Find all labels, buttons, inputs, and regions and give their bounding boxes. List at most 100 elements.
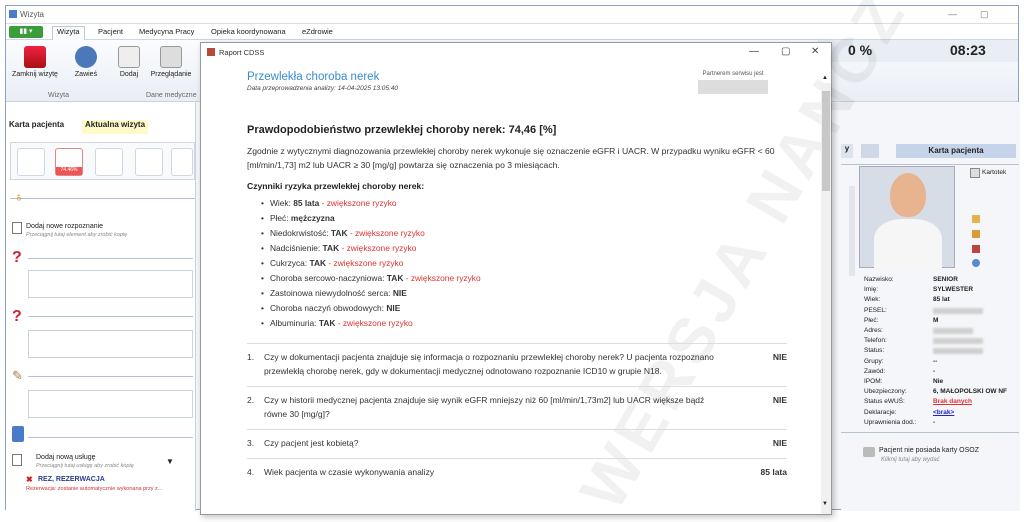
close-visit-button[interactable]: Zamknij wizytę (10, 46, 60, 78)
add-diagnosis-hint: Przeciągnij tutaj element aby zrobić kop… (26, 232, 128, 238)
text-field[interactable] (28, 330, 193, 358)
osoz-label[interactable]: Pacjent nie posiada karty OSOZ (879, 447, 979, 454)
section-divider (28, 437, 193, 438)
divider (841, 432, 1019, 433)
file-icon[interactable] (972, 215, 980, 223)
reservation-label[interactable]: REZ, REZERWACJA (38, 476, 105, 483)
folder-icon[interactable] (970, 168, 980, 178)
maximize-button[interactable]: ▢ (980, 9, 989, 20)
globe-icon[interactable] (972, 259, 980, 267)
scrollbar-thumb[interactable] (822, 91, 830, 191)
tab-aktualna-wizyta[interactable]: Aktualna wizyta (82, 120, 149, 134)
question-number: 4. (247, 467, 255, 477)
factor-risk: - zwiększone ryzyko (337, 318, 413, 328)
factor-value: TAK (322, 243, 340, 253)
question-answer: NIE (772, 438, 787, 448)
report-icon (207, 48, 215, 56)
patient-field-value: - (933, 418, 936, 426)
suspend-button[interactable]: Zawieś (66, 46, 106, 78)
section-divider (28, 316, 193, 317)
kartoteka-label[interactable]: Kartotek (982, 169, 1006, 176)
risk-factor-item: Wiek: 85 lata - zwiększone ryzyko (261, 196, 787, 211)
patient-field-value[interactable]: <brak> (933, 409, 954, 416)
app-menu-button[interactable]: ▮▮ ▾ (9, 26, 43, 38)
maximize-button[interactable]: ▢ (781, 46, 790, 57)
report-content: Partnerem serwisu jest Przewlekła chorob… (247, 71, 787, 511)
partner-box: Partnerem serwisu jest (689, 71, 777, 94)
patient-field-label: Płeć: (864, 316, 879, 324)
scrollbar[interactable] (849, 186, 855, 276)
text-field[interactable] (28, 270, 193, 298)
chevron-up-icon[interactable]: ▲ (822, 75, 828, 81)
clock-icon (75, 46, 97, 68)
chevron-down-icon[interactable]: ▼ (166, 457, 174, 466)
infinity-icon[interactable] (135, 148, 163, 176)
partner-label: Partnerem serwisu jest (702, 71, 764, 77)
question-row: 3. Czy pacjent jest kobietą? NIE (247, 429, 787, 458)
question-answer: 85 lata (760, 467, 787, 477)
risk-factor-item: Cukrzyca: TAK - zwiększone ryzyko (261, 256, 787, 271)
check-icon (24, 46, 46, 68)
tab-karta-pacjenta[interactable]: Karta pacjenta (9, 120, 64, 134)
factor-value: 85 lata (293, 198, 320, 208)
browse-icon (160, 46, 182, 68)
tool-icon[interactable] (972, 245, 980, 253)
question-number: 1. (247, 352, 255, 362)
question-text: Wiek pacjenta w czasie wykonywania anali… (264, 467, 435, 477)
ear-icon: ♁ (14, 189, 24, 204)
document-icon (118, 46, 140, 68)
kidney-icon[interactable]: 74.46% (55, 148, 83, 176)
dialog-scrollbar[interactable]: ▲ ▼ (821, 75, 831, 514)
minimize-button[interactable]: — (948, 9, 957, 19)
description: Zgodnie z wytycznymi diagnozowania przew… (247, 146, 775, 170)
question-text: Czy w dokumentacji pacjenta znajduje się… (264, 352, 714, 376)
avatar (859, 166, 955, 269)
add-diagnosis-label[interactable]: Dodaj nowe rozpoznanie (26, 223, 103, 230)
factor-risk: - zwiększone ryzyko (321, 198, 397, 208)
dialog-title: Raport CDSS (219, 48, 265, 57)
page-icon (12, 454, 22, 466)
section-divider (28, 258, 193, 259)
risk-factor-item: Niedokrwistość: TAK - zwiększone ryzyko (261, 226, 787, 241)
patient-field-value: M (933, 316, 939, 324)
patient-field-label: Nazwisko: (864, 276, 894, 283)
add-service-label[interactable]: Dodaj nową usługę (36, 454, 96, 461)
browse-button[interactable]: Przeglądanie (146, 46, 196, 78)
more-icon[interactable] (171, 148, 193, 176)
menu-opieka-koordynowana[interactable]: Opieka koordynowana (211, 27, 286, 36)
partner-logo (698, 80, 768, 94)
page-icon (12, 222, 22, 234)
window-title: Wizyta (20, 10, 44, 19)
patient-field-label: Telefon: (864, 337, 887, 345)
patient-field-label: Adres: (864, 327, 883, 334)
factor-label: Choroba naczyń obwodowych: (269, 303, 384, 313)
menu-pacjent[interactable]: Pacjent (98, 27, 123, 36)
patient-field-label: Grupy: (864, 357, 884, 365)
left-panel: Karta pacjenta Aktualna wizyta 74.46% ♁ … (6, 102, 196, 511)
factor-label: Cukrzyca: (269, 258, 308, 268)
lungs-icon[interactable] (17, 148, 45, 176)
question-text: Czy pacjent jest kobietą? (264, 438, 359, 448)
x-icon: ✖ (26, 475, 33, 484)
patient-field-value[interactable]: Brak danych (933, 398, 972, 405)
text-field[interactable] (28, 390, 193, 418)
cdss-report-dialog: Raport CDSS — ▢ ✕ WERSJA NANCZ Partnerem… (200, 0, 921, 521)
section-divider (10, 198, 195, 199)
note-icon: ✎ (12, 368, 23, 383)
stomach-icon[interactable] (95, 148, 123, 176)
menu-wizyta[interactable]: Wizyta (52, 26, 85, 40)
folder-icon[interactable] (972, 230, 980, 238)
toolbar-icon[interactable] (861, 144, 879, 158)
patient-card-header[interactable]: Karta pacjenta (896, 144, 1016, 158)
question-row: 1. Czy w dokumentacji pacjenta znajduje s… (247, 343, 787, 386)
add-button[interactable]: Dodaj (114, 46, 144, 78)
menu-medycyna-pracy[interactable]: Medycyna Pracy (139, 27, 194, 36)
dialog-title-bar: Raport CDSS — ▢ ✕ (201, 43, 831, 61)
menu-ezdrowie[interactable]: eZdrowie (302, 27, 333, 36)
chevron-down-icon[interactable]: ▼ (822, 501, 828, 507)
minimize-button[interactable]: — (749, 46, 759, 57)
factor-value: mężczyzna (290, 213, 335, 223)
patient-field-label: Wiek: (864, 296, 881, 304)
risk-factor-item: Choroba sercowo-naczyniowa: TAK - zwięks… (261, 271, 787, 286)
risk-factor-item: Choroba naczyń obwodowych: NIE (261, 301, 787, 316)
